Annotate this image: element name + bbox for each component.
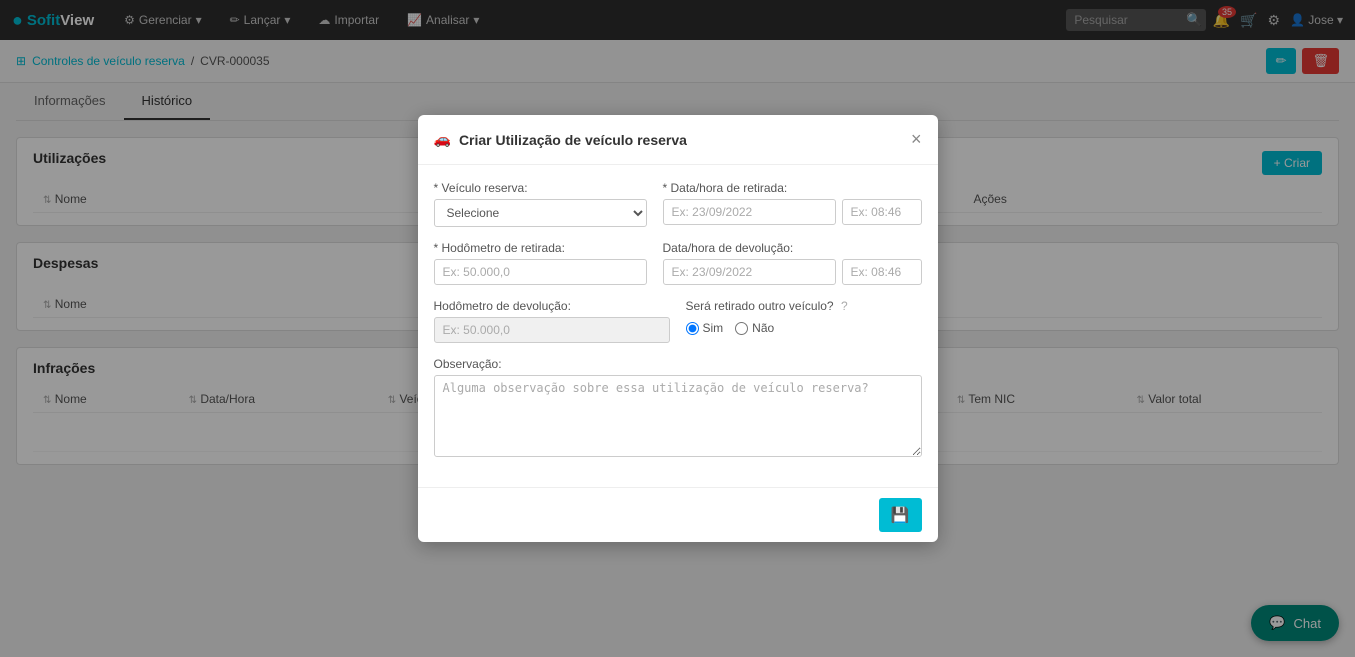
modal-title: 🚗 Criar Utilização de veículo reserva xyxy=(434,131,687,148)
save-icon: 💾 xyxy=(891,507,910,524)
observacao-group: Observação: xyxy=(434,357,922,457)
form-row-1: * Veículo reserva: Selecione * Data/hora… xyxy=(434,181,922,227)
data-devolucao-input[interactable] xyxy=(663,259,836,285)
hodometro-retirada-group: * Hodômetro de retirada: xyxy=(434,241,647,285)
modal-close-button[interactable]: × xyxy=(911,129,922,150)
data-hora-retirada-group: * Data/hora de retirada: xyxy=(663,181,922,227)
radio-sim[interactable] xyxy=(686,322,699,335)
modal-backdrop[interactable]: 🚗 Criar Utilização de veículo reserva × … xyxy=(0,0,1355,657)
modal-header: 🚗 Criar Utilização de veículo reserva × xyxy=(418,115,938,165)
form-row-3: Hodômetro de devolução: Será retirado ou… xyxy=(434,299,922,343)
veiculo-reserva-select[interactable]: Selecione xyxy=(434,199,647,227)
observacao-textarea[interactable] xyxy=(434,375,922,457)
veiculo-reserva-label: * Veículo reserva: xyxy=(434,181,647,195)
form-row-4: Observação: xyxy=(434,357,922,457)
observacao-label: Observação: xyxy=(434,357,922,371)
hodometro-retirada-label: * Hodômetro de retirada: xyxy=(434,241,647,255)
hodometro-devolucao-group: Hodômetro de devolução: xyxy=(434,299,670,343)
sera-retirado-radio-group: Sim Não xyxy=(686,321,922,335)
modal-footer: 💾 xyxy=(418,487,938,542)
help-icon: ? xyxy=(841,299,848,313)
modal-criar-utilizacao: 🚗 Criar Utilização de veículo reserva × … xyxy=(418,115,938,542)
data-hora-devolucao-inputs xyxy=(663,259,922,285)
form-row-2: * Hodômetro de retirada: Data/hora de de… xyxy=(434,241,922,285)
data-hora-retirada-label: * Data/hora de retirada: xyxy=(663,181,922,195)
radio-nao-label[interactable]: Não xyxy=(735,321,774,335)
veiculo-reserva-group: * Veículo reserva: Selecione xyxy=(434,181,647,227)
sera-retirado-group: Será retirado outro veículo? ? Sim Não xyxy=(686,299,922,343)
hora-devolucao-input[interactable] xyxy=(842,259,922,285)
modal-body: * Veículo reserva: Selecione * Data/hora… xyxy=(418,165,938,487)
save-button[interactable]: 💾 xyxy=(879,498,922,532)
hora-retirada-input[interactable] xyxy=(842,199,922,225)
hodometro-devolucao-label: Hodômetro de devolução: xyxy=(434,299,670,313)
radio-sim-label[interactable]: Sim xyxy=(686,321,724,335)
data-hora-devolucao-group: Data/hora de devolução: xyxy=(663,241,922,285)
data-retirada-input[interactable] xyxy=(663,199,836,225)
modal-icon: 🚗 xyxy=(434,131,451,148)
hodometro-devolucao-input[interactable] xyxy=(434,317,670,343)
data-hora-devolucao-label: Data/hora de devolução: xyxy=(663,241,922,255)
hodometro-retirada-input[interactable] xyxy=(434,259,647,285)
data-hora-retirada-inputs xyxy=(663,199,922,225)
radio-nao[interactable] xyxy=(735,322,748,335)
sera-retirado-label: Será retirado outro veículo? ? xyxy=(686,299,922,313)
